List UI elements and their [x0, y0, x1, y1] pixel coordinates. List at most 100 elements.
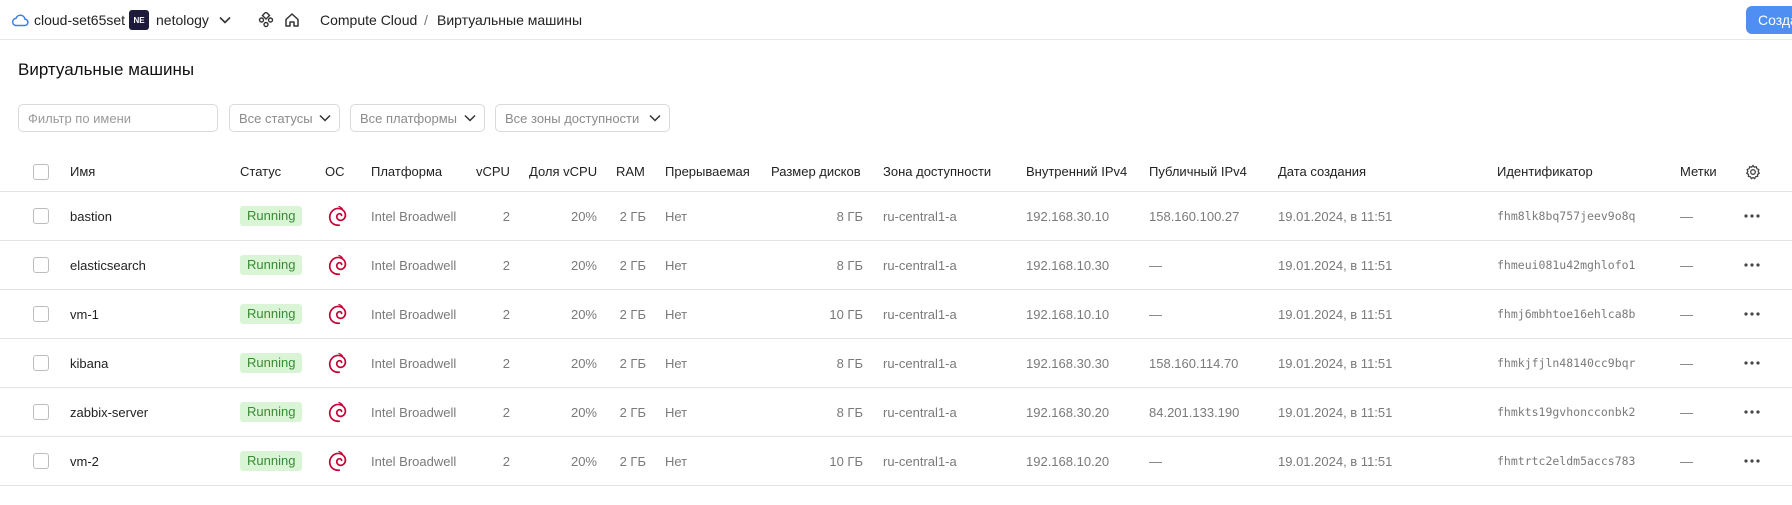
org-name[interactable]: netology	[156, 0, 209, 40]
chevron-down-icon	[649, 105, 661, 131]
row-select-cell[interactable]	[33, 241, 49, 289]
more-dots-icon[interactable]	[1744, 339, 1760, 387]
column-header-id[interactable]: Идентификатор	[1497, 152, 1593, 191]
more-dots-icon[interactable]	[1744, 290, 1760, 338]
vm-status-cell: Running	[240, 290, 303, 338]
vm-id[interactable]: fhmj6mbhtoe16ehlca8b	[1497, 290, 1635, 338]
row-checkbox[interactable]	[33, 257, 49, 273]
row-checkbox[interactable]	[33, 306, 49, 322]
cloud-icon[interactable]	[10, 0, 30, 40]
row-checkbox[interactable]	[33, 453, 49, 469]
vm-id[interactable]: fhmkts19gvhoncconbk2	[1497, 388, 1635, 436]
vm-public-ip: —	[1149, 306, 1162, 322]
zone-filter-select[interactable]: Все зоны доступности	[495, 104, 670, 132]
vm-name[interactable]: vm-1	[70, 290, 99, 338]
column-header-public-ip[interactable]: Публичный IPv4	[1149, 152, 1247, 191]
vm-zone: ru-central1-a	[883, 306, 957, 322]
debian-icon	[327, 339, 347, 387]
vm-name[interactable]: zabbix-server	[70, 388, 148, 436]
home-icon[interactable]	[283, 0, 301, 40]
vm-id[interactable]: fhmtrtc2eldm5accs783	[1497, 437, 1635, 485]
vm-name[interactable]: elasticsearch	[70, 241, 146, 289]
vm-created: 19.01.2024, в 11:51	[1278, 404, 1393, 420]
create-vm-button[interactable]: Созда	[1746, 6, 1792, 34]
org-badge[interactable]: NE	[129, 10, 149, 30]
status-badge: Running	[240, 451, 303, 471]
table-row[interactable]: Running zabbix-server Intel Broadwell 2 20% 2…	[0, 388, 1792, 437]
more-dots-icon[interactable]	[1744, 437, 1760, 485]
vm-name[interactable]: bastion	[70, 192, 112, 240]
vm-name[interactable]: kibana	[70, 339, 108, 387]
select-all-checkbox[interactable]	[33, 163, 49, 180]
table-row[interactable]: Running elasticsearch Intel Broadwell 2 20% 2…	[0, 241, 1792, 290]
row-select-cell[interactable]	[33, 388, 49, 436]
vm-internal-ip: 192.168.30.30	[1026, 355, 1110, 371]
vm-preemptible: Нет	[665, 355, 688, 371]
row-select-cell[interactable]	[33, 192, 49, 240]
vm-zone: ru-central1-a	[883, 257, 957, 273]
row-select-cell[interactable]	[33, 339, 49, 387]
vm-id[interactable]: fhmeui081u42mghlofo1	[1497, 241, 1635, 289]
column-header-status[interactable]: Статус	[240, 152, 281, 191]
row-select-cell[interactable]	[33, 437, 49, 485]
services-icon[interactable]	[257, 0, 275, 40]
debian-icon	[327, 388, 347, 436]
vm-preemptible: Нет	[665, 453, 688, 469]
vm-disk-size: 8 ГБ	[836, 404, 863, 420]
row-checkbox[interactable]	[33, 404, 49, 420]
debian-icon	[327, 437, 347, 485]
gear-icon[interactable]	[1745, 152, 1761, 191]
debian-icon	[327, 241, 347, 289]
column-header-preemptible[interactable]: Прерываемая	[665, 152, 750, 191]
name-filter-input[interactable]	[28, 110, 217, 126]
status-filter-select[interactable]: Все статусы	[229, 104, 340, 132]
column-header-vcpu[interactable]: vCPU	[476, 152, 510, 191]
column-header-internal-ip[interactable]: Внутренний IPv4	[1026, 152, 1127, 191]
vm-platform: Intel Broadwell	[371, 453, 457, 469]
name-filter[interactable]	[18, 104, 218, 132]
vm-labels: —	[1680, 306, 1693, 322]
zone-filter-value: Все зоны доступности	[505, 110, 640, 126]
table-row[interactable]: Running bastion Intel Broadwell 2 20% 2 ГБ Нет…	[0, 192, 1792, 241]
column-header-zone[interactable]: Зона доступности	[883, 152, 991, 191]
more-dots-icon[interactable]	[1744, 388, 1760, 436]
table-row[interactable]: Running vm-1 Intel Broadwell 2 20% 2 ГБ Нет 10 …	[0, 290, 1792, 339]
column-header-vcpu-share[interactable]: Доля vCPU	[529, 152, 597, 191]
row-checkbox[interactable]	[33, 355, 49, 371]
vm-status-cell: Running	[240, 192, 303, 240]
column-header-platform[interactable]: Платформа	[371, 152, 442, 191]
vm-preemptible: Нет	[665, 257, 688, 273]
platform-filter-select[interactable]: Все платформы	[350, 104, 485, 132]
column-header-os[interactable]: ОС	[325, 152, 345, 191]
vm-id[interactable]: fhmkjfjln48140cc9bqr	[1497, 339, 1635, 387]
column-header-labels[interactable]: Метки	[1680, 152, 1717, 191]
table-row[interactable]: Running kibana Intel Broadwell 2 20% 2 ГБ Нет 8…	[0, 339, 1792, 388]
vm-vcpu: 2	[502, 306, 510, 322]
cloud-name[interactable]: cloud-set65set	[34, 0, 125, 40]
vm-platform: Intel Broadwell	[371, 208, 457, 224]
breadcrumb-current: Виртуальные машины	[437, 12, 583, 28]
row-checkbox[interactable]	[33, 208, 49, 224]
vm-list-page: cloud-set65set NE netology Compute Cloud…	[0, 0, 1792, 505]
vm-status-cell: Running	[240, 241, 303, 289]
vm-created: 19.01.2024, в 11:51	[1278, 306, 1393, 322]
table-row[interactable]: Running vm-2 Intel Broadwell 2 20% 2 ГБ Нет 10 …	[0, 437, 1792, 486]
vm-name[interactable]: vm-2	[70, 437, 99, 485]
column-header-created[interactable]: Дата создания	[1278, 152, 1366, 191]
more-dots-icon[interactable]	[1744, 241, 1760, 289]
vm-id[interactable]: fhm8lk8bq757jeev9o8q	[1497, 192, 1635, 240]
row-select-cell[interactable]	[33, 290, 49, 338]
more-dots-icon[interactable]	[1744, 192, 1760, 240]
vm-vcpu: 2	[502, 208, 510, 224]
platform-filter-value: Все платформы	[360, 110, 457, 126]
status-badge: Running	[240, 304, 303, 324]
column-header-ram[interactable]: RAM	[616, 152, 645, 191]
vm-labels: —	[1680, 404, 1693, 420]
vm-vcpu-share: 20%	[570, 208, 597, 224]
column-header-name[interactable]: Имя	[70, 152, 95, 191]
select-all-cell[interactable]	[33, 152, 49, 191]
vm-labels: —	[1680, 257, 1693, 273]
breadcrumb-compute-cloud[interactable]: Compute Cloud	[320, 0, 417, 40]
column-header-disk-size[interactable]: Размер дисков	[771, 152, 861, 191]
chevron-down-icon[interactable]	[216, 0, 234, 40]
